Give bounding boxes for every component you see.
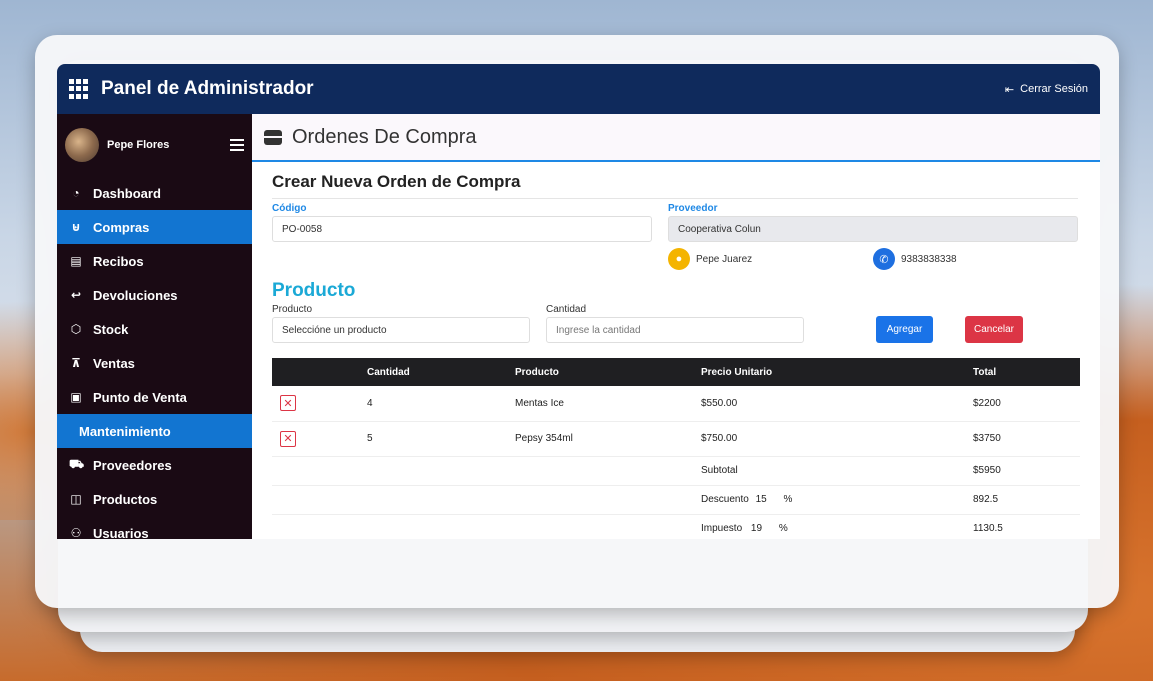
sidebar-item-label: Compras	[93, 219, 150, 235]
form-heading: Crear Nueva Orden de Compra	[272, 172, 1078, 199]
descuento-input[interactable]: 15	[756, 494, 767, 505]
subtotal-row: Subtotal $5950	[272, 456, 1080, 485]
cell-total: $2200	[973, 397, 1001, 409]
menu-toggle-icon[interactable]	[230, 139, 244, 151]
sidebar-item-dashboard[interactable]: ◔ Dashboard	[57, 176, 252, 210]
proveedor-contact: ● Pepe Juarez ✆ 9383838338	[668, 248, 1078, 270]
sidebar-item-label: Proveedores	[93, 457, 172, 473]
register-icon: ▣	[70, 390, 82, 404]
return-icon: ↩	[70, 288, 82, 302]
impuesto-row: Impuesto 19 % 1130.5	[272, 514, 1080, 539]
cell-precio: $750.00	[701, 433, 738, 444]
descuento-pct-symbol: %	[783, 494, 793, 505]
agregar-button[interactable]: Agregar	[876, 316, 933, 343]
sidebar-item-usuarios[interactable]: ⚇ Usuarios	[57, 516, 252, 540]
cell-cantidad: 4	[367, 397, 373, 409]
subtotal-value: $5950	[973, 465, 1001, 476]
sidebar-item-label: Punto de Venta	[93, 389, 187, 405]
page-header: Ordenes De Compra	[252, 114, 1100, 162]
table-header-row: Cantidad Producto Precio Unitario Total	[272, 358, 1080, 386]
apps-grid-icon[interactable]	[69, 79, 89, 99]
contact-name: Pepe Juarez	[696, 253, 753, 265]
sidebar-item-label: Recibos	[93, 253, 144, 269]
col-header-producto: Producto	[515, 366, 559, 378]
producto-label: Producto	[272, 304, 313, 315]
main-content: Ordenes De Compra Crear Nueva Orden de C…	[252, 114, 1100, 539]
proveedor-label: Proveedor	[668, 203, 718, 214]
codigo-field[interactable]: PO-0058	[272, 216, 652, 242]
sidebar-item-label: Devoluciones	[93, 287, 178, 303]
sidebar-item-label: Stock	[93, 321, 129, 337]
table-row: ✕ 5 Pepsy 354ml $750.00 $3750	[272, 421, 1080, 456]
sidebar-item-label: Ventas	[93, 355, 135, 371]
col-header-action	[272, 358, 367, 386]
delete-icon[interactable]: ✕	[280, 430, 296, 447]
receipt-icon: ▤	[70, 254, 82, 268]
subtotal-label: Subtotal	[701, 465, 738, 476]
delete-icon[interactable]: ✕	[280, 395, 296, 412]
impuesto-value: 1130.5	[973, 523, 1003, 534]
cancelar-button[interactable]: Cancelar	[965, 316, 1023, 343]
users-icon: ⚇	[70, 526, 82, 539]
impuesto-pct-symbol: %	[778, 523, 788, 534]
top-navbar: Panel de Administrador ⇤ Cerrar Sesión	[57, 64, 1100, 114]
user-name: Pepe Flores	[107, 139, 170, 151]
contact-phone: 9383838338	[901, 253, 957, 265]
sidebar-item-stock[interactable]: ⬡ Stock	[57, 312, 252, 346]
order-card: Crear Nueva Orden de Compra Código PO-00…	[252, 162, 1100, 539]
col-header-precio: Precio Unitario	[701, 366, 773, 378]
basket-icon: ⊌	[71, 220, 81, 234]
page-title: Ordenes De Compra	[292, 125, 477, 148]
bag-icon: ◫	[70, 492, 82, 506]
proveedor-field[interactable]: Cooperativa Colun	[668, 216, 1078, 242]
col-header-cantidad: Cantidad	[367, 366, 410, 378]
cell-producto: Pepsy 354ml	[515, 433, 573, 444]
app-title: Panel de Administrador	[101, 78, 314, 99]
cell-cantidad: 5	[367, 433, 373, 444]
gauge-icon: ◔	[72, 186, 80, 200]
cart-icon: ⊼	[71, 356, 81, 370]
avatar	[65, 128, 99, 162]
sidebar-item-label: Productos	[93, 491, 158, 507]
user-panel: Pepe Flores	[57, 114, 252, 176]
sidebar-item-compras[interactable]: ⊌ Compras	[57, 210, 252, 244]
cell-precio: $550.00	[701, 397, 738, 409]
impuesto-label: Impuesto	[701, 523, 743, 534]
descuento-row: Descuento 15 % 892.5	[272, 485, 1080, 514]
order-items-table: Cantidad Producto Precio Unitario Total …	[272, 358, 1080, 539]
sidebar-item-productos[interactable]: ◫ Productos	[57, 482, 252, 516]
truck-icon: ⛟	[69, 457, 85, 471]
codigo-label: Código	[272, 203, 307, 214]
logout-icon: ⇤	[1004, 83, 1015, 96]
sidebar-item-devoluciones[interactable]: ↩ Devoluciones	[57, 278, 252, 312]
briefcase-icon	[264, 129, 282, 145]
cell-producto: Mentas Ice	[515, 397, 564, 409]
sidebar-item-recibos[interactable]: ▤ Recibos	[57, 244, 252, 278]
sidebar-item-label: Usuarios	[93, 525, 149, 540]
sidebar-section-mantenimiento: Mantenimiento	[57, 414, 252, 448]
table-row: ✕ 4 Mentas Ice $550.00 $2200	[272, 386, 1080, 421]
logout-label: Cerrar Sesión	[1020, 83, 1088, 95]
user-icon: ●	[668, 248, 690, 270]
sidebar: Pepe Flores ◔ Dashboard ⊌ Compras ▤ Reci…	[57, 114, 252, 539]
impuesto-input[interactable]: 19	[751, 523, 762, 534]
sidebar-item-proveedores[interactable]: ⛟ Proveedores	[57, 448, 252, 482]
cantidad-label: Cantidad	[546, 304, 587, 315]
sidebar-section-label: Mantenimiento	[79, 423, 171, 439]
box-icon: ⬡	[70, 322, 82, 336]
col-header-total: Total	[973, 366, 997, 378]
sidebar-item-punto-de-venta[interactable]: ▣ Punto de Venta	[57, 380, 252, 414]
sidebar-item-ventas[interactable]: ⊼ Ventas	[57, 346, 252, 380]
phone-icon: ✆	[873, 248, 895, 270]
admin-window: Panel de Administrador ⇤ Cerrar Sesión P…	[57, 64, 1100, 539]
cantidad-input[interactable]: Ingrese la cantidad	[546, 317, 804, 343]
producto-select[interactable]: Seleccióne un producto	[272, 317, 530, 343]
cell-total: $3750	[973, 433, 1001, 444]
logout-link[interactable]: ⇤ Cerrar Sesión	[1005, 83, 1088, 96]
producto-section-title: Producto	[272, 280, 356, 301]
descuento-value: 892.5	[973, 494, 999, 505]
descuento-label: Descuento	[701, 494, 749, 505]
sidebar-item-label: Dashboard	[93, 185, 161, 201]
